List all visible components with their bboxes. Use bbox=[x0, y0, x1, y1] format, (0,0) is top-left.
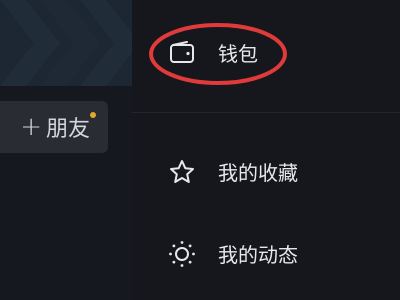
side-drawer: 钱包 我的收藏 我的动态 bbox=[132, 0, 400, 300]
add-friend-button[interactable]: + 朋友 bbox=[0, 101, 108, 153]
notification-dot bbox=[90, 112, 96, 118]
sun-icon bbox=[168, 240, 196, 268]
plus-icon: + bbox=[20, 112, 42, 142]
banner-pattern-icon bbox=[0, 0, 132, 86]
menu-item-label: 我的收藏 bbox=[218, 161, 298, 185]
wallet-icon bbox=[168, 39, 196, 67]
app-screen: + 朋友 钱包 我的收藏 我的动态 bbox=[0, 0, 400, 300]
menu-item-my-posts[interactable]: 我的动态 bbox=[168, 239, 298, 268]
menu-item-label: 我的动态 bbox=[218, 243, 298, 267]
background-page: + 朋友 bbox=[0, 0, 132, 300]
divider bbox=[132, 112, 400, 113]
menu-item-label: 钱包 bbox=[218, 42, 258, 66]
menu-item-favorites[interactable]: 我的收藏 bbox=[168, 157, 298, 186]
menu-item-wallet[interactable]: 钱包 bbox=[168, 38, 258, 67]
star-icon bbox=[168, 158, 196, 186]
hero-banner bbox=[0, 0, 132, 86]
add-friend-label: 朋友 bbox=[45, 117, 90, 142]
